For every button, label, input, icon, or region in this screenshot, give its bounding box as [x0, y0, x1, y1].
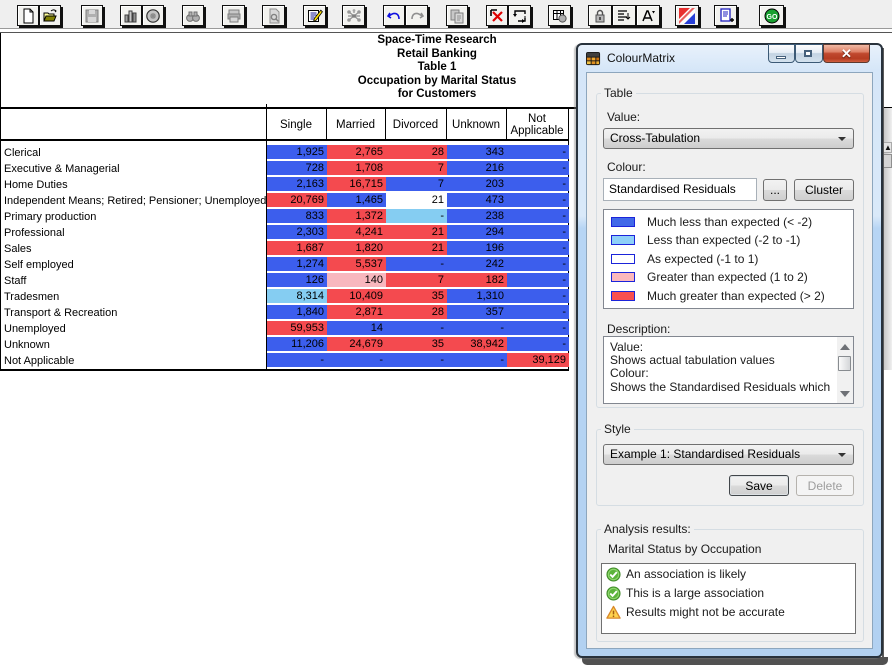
svg-text:GO: GO: [766, 14, 777, 21]
